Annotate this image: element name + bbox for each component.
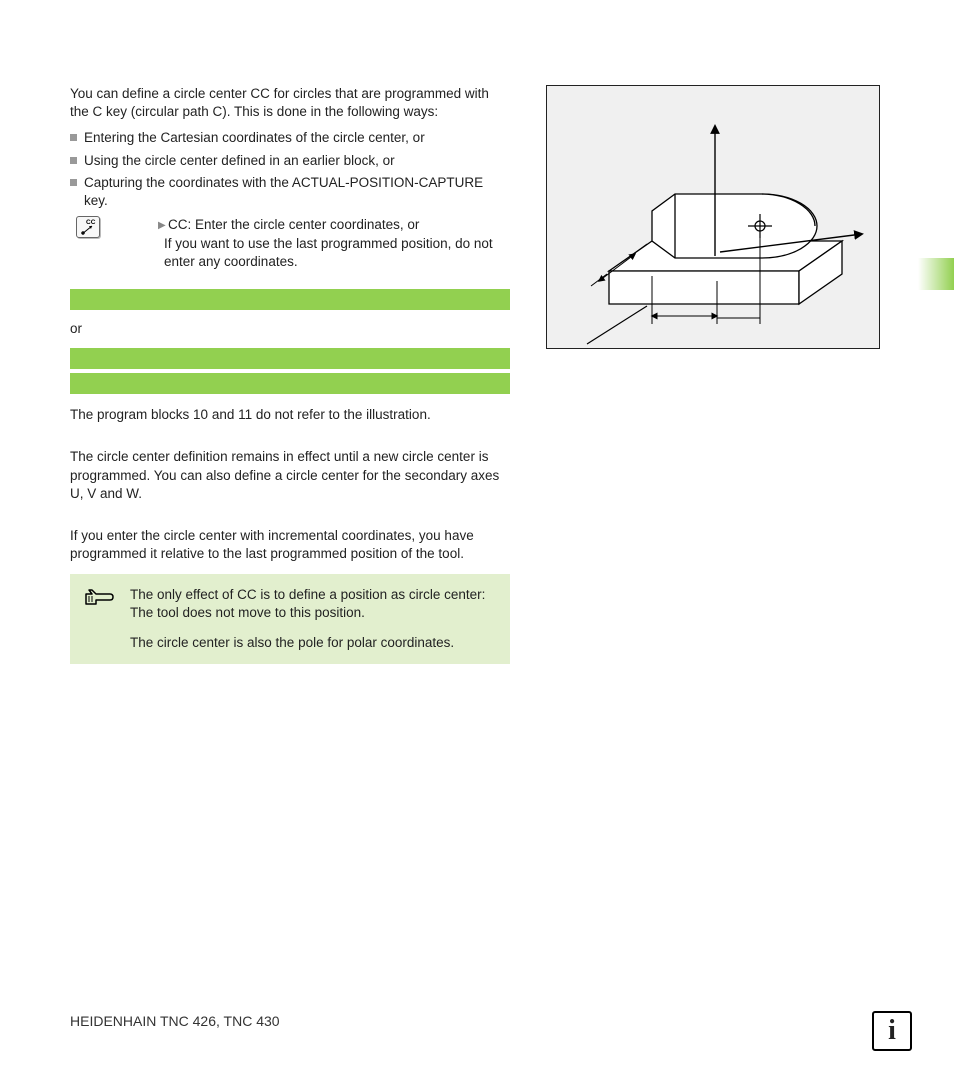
note-paragraph: The program blocks 10 and 11 do not refe… <box>70 406 510 424</box>
footer-text: HEIDENHAIN TNC 426, TNC 430 <box>70 1012 280 1031</box>
tip-text-1: The only effect of CC is to define a pos… <box>130 586 496 622</box>
info-glyph: i <box>888 1017 896 1045</box>
or-label: or <box>70 320 510 338</box>
list-item: Using the circle center defined in an ea… <box>70 152 510 170</box>
tip-text-2: The circle center is also the pole for p… <box>130 634 496 652</box>
duration-paragraph: The circle center definition remains in … <box>70 448 510 503</box>
cc-key-icon <box>76 216 100 238</box>
code-line <box>70 373 510 394</box>
cc-instruction-2: If you want to use the last programmed p… <box>164 235 510 271</box>
code-line <box>70 348 510 369</box>
intro-paragraph: You can define a circle center CC for ci… <box>70 85 510 121</box>
bullet-list: Entering the Cartesian coordinates of th… <box>70 129 510 210</box>
incremental-paragraph: If you enter the circle center with incr… <box>70 527 510 563</box>
cc-instruction-1: CC: Enter the circle center coordinates,… <box>164 216 510 234</box>
page-content: You can define a circle center CC for ci… <box>0 0 954 664</box>
list-item: Capturing the coordinates with the ACTUA… <box>70 174 510 210</box>
circle-center-diagram <box>546 85 880 349</box>
pointing-hand-icon <box>82 586 116 615</box>
code-line <box>70 289 510 310</box>
triangle-right-icon: ▶ <box>158 219 166 233</box>
tip-callout: The only effect of CC is to define a pos… <box>70 574 510 665</box>
info-icon: i <box>872 1011 912 1051</box>
list-item: Entering the Cartesian coordinates of th… <box>70 129 510 147</box>
